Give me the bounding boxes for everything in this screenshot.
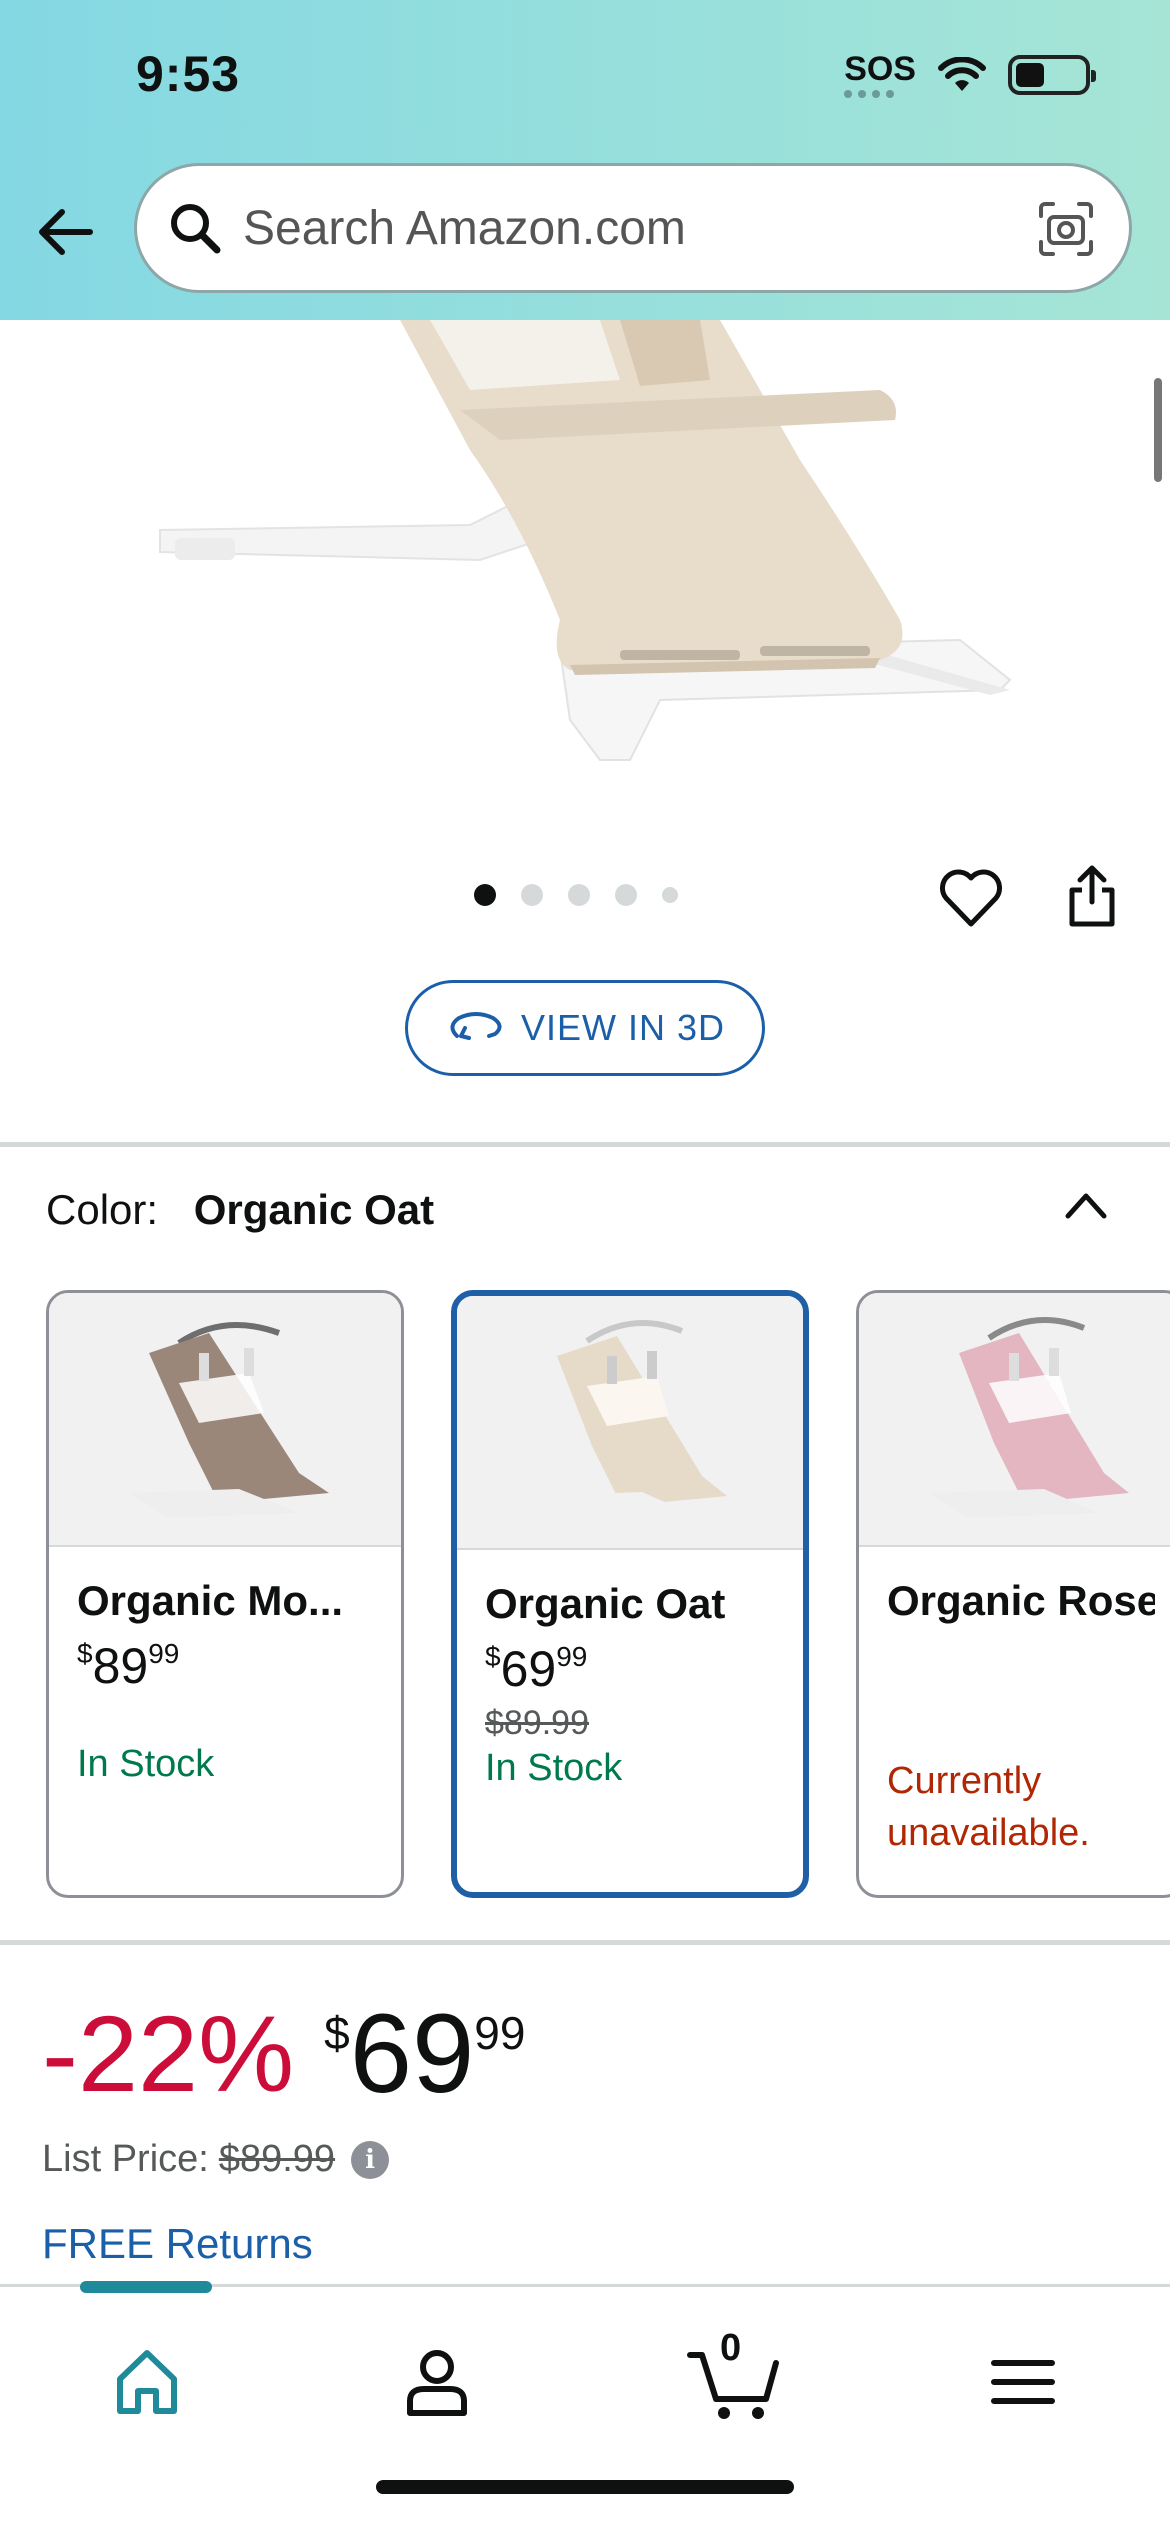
availability-status: Currently unavailable. — [887, 1760, 1090, 1854]
status-time: 9:53 — [136, 46, 241, 102]
sos-label: SOS — [844, 50, 916, 88]
color-option-organic-mocha[interactable]: Organic Mo... $8999 In Stock — [46, 1290, 404, 1898]
color-label: Color: — [46, 1186, 159, 1233]
list-price-row: List Price: $89.99 i — [42, 2138, 390, 2181]
selected-color-value: Organic Oat — [193, 1186, 435, 1233]
share-icon[interactable] — [1064, 862, 1120, 930]
sos-indicator: SOS — [844, 52, 916, 98]
heart-icon[interactable] — [938, 866, 1004, 930]
pagination-dot[interactable] — [521, 884, 543, 906]
search-input[interactable] — [243, 200, 1003, 256]
color-option-name: Organic Oat — [485, 1580, 726, 1627]
color-option-price: $6999 — [485, 1641, 588, 1697]
free-returns-link[interactable]: FREE Returns — [42, 2220, 313, 2268]
pagination-dot[interactable] — [474, 884, 496, 906]
active-tab-indicator — [80, 2281, 212, 2293]
rotate-3d-icon — [450, 1012, 502, 1040]
color-option-image — [49, 1293, 401, 1547]
list-price-value: $89.99 — [218, 2138, 336, 2180]
info-icon[interactable]: i — [351, 2140, 390, 2179]
search-bar[interactable] — [134, 163, 1132, 293]
deal-price-row: -22% $ 69 99 — [42, 1996, 525, 2112]
battery-icon — [1008, 55, 1096, 95]
image-pagination-dots[interactable] — [474, 884, 678, 906]
color-selector-header: Color: Organic Oat — [46, 1186, 434, 1234]
view-in-3d-label: VIEW IN 3D — [520, 1007, 726, 1048]
back-arrow-icon[interactable] — [34, 200, 98, 264]
current-price: $ 69 99 — [324, 1991, 526, 2116]
list-price-label: List Price: — [42, 2138, 209, 2180]
color-option-price: $8999 — [77, 1638, 180, 1694]
pagination-dot[interactable] — [568, 884, 590, 906]
color-option-image — [457, 1296, 803, 1550]
camera-lens-icon[interactable] — [1035, 198, 1097, 260]
color-option-list-price: $89.99 — [485, 1704, 589, 1742]
availability-status: In Stock — [485, 1747, 623, 1789]
color-option-organic-rose[interactable]: Organic Rose Currently unavailable. — [856, 1290, 1170, 1898]
home-indicator[interactable] — [376, 2480, 794, 2494]
search-icon — [171, 204, 221, 254]
color-option-name: Organic Rose — [887, 1577, 1155, 1624]
pagination-dot[interactable] — [662, 887, 678, 903]
product-image[interactable] — [0, 320, 1170, 840]
menu-icon[interactable] — [978, 2337, 1068, 2427]
color-option-image — [859, 1293, 1170, 1547]
account-icon[interactable] — [392, 2337, 482, 2427]
view-in-3d-button[interactable]: VIEW IN 3D — [405, 980, 765, 1076]
section-divider — [0, 1940, 1170, 1945]
section-divider — [0, 1142, 1170, 1147]
color-option-organic-oat[interactable]: Organic Oat $6999 $89.99 In Stock — [451, 1290, 809, 1898]
header: 9:53 SOS — [0, 0, 1170, 320]
pagination-dot[interactable] — [615, 884, 637, 906]
cart-count: 0 — [720, 2327, 742, 2369]
home-icon[interactable] — [102, 2337, 192, 2427]
status-icons: SOS — [844, 52, 1096, 98]
chevron-up-icon[interactable] — [1062, 1184, 1110, 1224]
baby-bouncer-image — [159, 320, 1012, 761]
scrollbar[interactable] — [1154, 378, 1162, 482]
color-option-name: Organic Mo... — [77, 1577, 344, 1624]
availability-status: In Stock — [77, 1743, 215, 1785]
wifi-icon — [938, 57, 986, 91]
discount-percentage: -22% — [42, 1993, 295, 2114]
bottom-tab-bar: 0 — [0, 2281, 1170, 2532]
sos-dots — [844, 90, 916, 98]
